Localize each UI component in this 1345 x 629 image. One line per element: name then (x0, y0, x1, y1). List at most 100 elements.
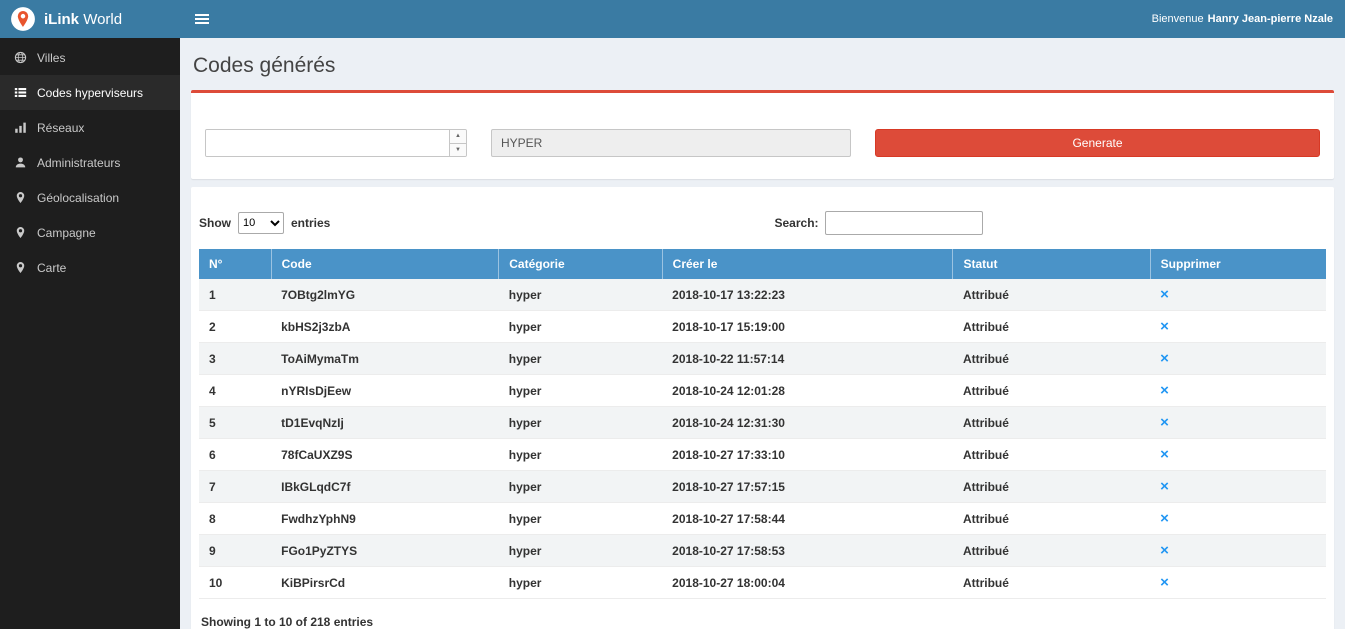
table-row: 678fCaUXZ9Shyper2018-10-27 17:33:10Attri… (199, 439, 1326, 471)
cell-code: FwdhzYphN9 (271, 503, 499, 535)
sidebar-item-reseaux[interactable]: Réseaux (0, 110, 180, 145)
sidebar-item-label: Administrateurs (37, 156, 120, 170)
column-header-2[interactable]: Code (271, 249, 499, 279)
cell-status: Attribué (953, 343, 1150, 375)
brand-name-bold: iLink (44, 11, 79, 28)
cell-num: 10 (199, 567, 271, 599)
cell-delete: × (1150, 407, 1326, 439)
entries-label: entries (291, 216, 330, 230)
category-field[interactable] (491, 129, 851, 157)
cell-status: Attribué (953, 407, 1150, 439)
delete-icon[interactable]: × (1160, 478, 1169, 495)
table-row: 17OBtg2lmYGhyper2018-10-17 13:22:23Attri… (199, 279, 1326, 311)
map-pin-icon (14, 191, 28, 205)
cell-num: 7 (199, 471, 271, 503)
globe-icon (14, 51, 28, 65)
cell-created: 2018-10-27 17:58:53 (662, 535, 953, 567)
delete-icon[interactable]: × (1160, 510, 1169, 527)
welcome-text: Bienvenue Hanry Jean-pierre Nzale (1152, 0, 1345, 38)
search-control: Search: (763, 211, 1327, 235)
page-length-select[interactable]: 10 (238, 212, 284, 234)
table-row: 3ToAiMymaTmhyper2018-10-22 11:57:14Attri… (199, 343, 1326, 375)
column-header-1[interactable]: N° (199, 249, 271, 279)
cell-created: 2018-10-17 15:19:00 (662, 311, 953, 343)
cell-status: Attribué (953, 375, 1150, 407)
codes-table-panel: Show 10 entries Search: N°CodeCatégorieC… (191, 187, 1334, 629)
delete-icon[interactable]: × (1160, 542, 1169, 559)
sidebar-item-label: Campagne (37, 226, 96, 240)
table-row: 10KiBPirsrCdhyper2018-10-27 18:00:04Attr… (199, 567, 1326, 599)
cell-delete: × (1150, 343, 1326, 375)
delete-icon[interactable]: × (1160, 318, 1169, 335)
cell-num: 1 (199, 279, 271, 311)
cell-status: Attribué (953, 567, 1150, 599)
cell-category: hyper (499, 407, 662, 439)
cell-created: 2018-10-27 17:57:15 (662, 471, 953, 503)
cell-status: Attribué (953, 535, 1150, 567)
table-header-row: N°CodeCatégorieCréer leStatutSupprimer (199, 249, 1326, 279)
cell-num: 5 (199, 407, 271, 439)
user-name: Hanry Jean-pierre Nzale (1208, 13, 1333, 25)
table-row: 7IBkGLqdC7fhyper2018-10-27 17:57:15Attri… (199, 471, 1326, 503)
column-header-6[interactable]: Supprimer (1150, 249, 1326, 279)
cell-code: KiBPirsrCd (271, 567, 499, 599)
cell-status: Attribué (953, 279, 1150, 311)
brand-name-light: World (83, 11, 122, 28)
cell-status: Attribué (953, 503, 1150, 535)
page-length-control: Show 10 entries (199, 212, 763, 234)
cell-created: 2018-10-27 18:00:04 (662, 567, 953, 599)
sidebar-item-villes[interactable]: Villes (0, 40, 180, 75)
codes-table: N°CodeCatégorieCréer leStatutSupprimer 1… (199, 249, 1326, 599)
sidebar-item-campagne[interactable]: Campagne (0, 215, 180, 250)
delete-icon[interactable]: × (1160, 574, 1169, 591)
column-header-4[interactable]: Créer le (662, 249, 953, 279)
cell-code: 7OBtg2lmYG (271, 279, 499, 311)
delete-icon[interactable]: × (1160, 414, 1169, 431)
cell-status: Attribué (953, 471, 1150, 503)
cell-created: 2018-10-17 13:22:23 (662, 279, 953, 311)
table-controls: Show 10 entries Search: (199, 211, 1326, 235)
cell-delete: × (1150, 535, 1326, 567)
delete-icon[interactable]: × (1160, 446, 1169, 463)
sidebar-item-carte[interactable]: Carte (0, 250, 180, 285)
column-header-5[interactable]: Statut (953, 249, 1150, 279)
cell-delete: × (1150, 375, 1326, 407)
cell-category: hyper (499, 311, 662, 343)
spinner-down-icon[interactable]: ▼ (450, 144, 466, 157)
cell-delete: × (1150, 439, 1326, 471)
sidebar-item-label: Villes (37, 51, 65, 65)
delete-icon[interactable]: × (1160, 350, 1169, 367)
codes-table-body: 17OBtg2lmYGhyper2018-10-17 13:22:23Attri… (199, 279, 1326, 599)
spinner-up-icon[interactable]: ▲ (450, 130, 466, 144)
hamburger-menu-icon[interactable] (180, 0, 224, 38)
cell-status: Attribué (953, 439, 1150, 471)
sidebar-item-geolocalisation[interactable]: Géolocalisation (0, 180, 180, 215)
sidebar-item-label: Carte (37, 261, 66, 275)
quantity-input[interactable] (206, 130, 449, 156)
sidebar-item-label: Réseaux (37, 121, 84, 135)
column-header-3[interactable]: Catégorie (499, 249, 662, 279)
page-title: Codes générés (193, 54, 1332, 78)
sidebar-item-codes-hyperviseurs[interactable]: Codes hyperviseurs (0, 75, 180, 110)
quantity-stepper[interactable]: ▲ ▼ (205, 129, 467, 157)
table-row: 5tD1EvqNzIjhyper2018-10-24 12:31:30Attri… (199, 407, 1326, 439)
cell-code: 78fCaUXZ9S (271, 439, 499, 471)
table-row: 2kbHS2j3zbAhyper2018-10-17 15:19:00Attri… (199, 311, 1326, 343)
sidebar-item-label: Géolocalisation (37, 191, 119, 205)
table-row: 4nYRIsDjEewhyper2018-10-24 12:01:28Attri… (199, 375, 1326, 407)
cell-num: 8 (199, 503, 271, 535)
map-pin-icon (14, 261, 28, 275)
generate-button[interactable]: Generate (875, 129, 1320, 157)
list-icon (14, 86, 28, 100)
cell-num: 3 (199, 343, 271, 375)
search-input[interactable] (825, 211, 983, 235)
delete-icon[interactable]: × (1160, 382, 1169, 399)
cell-category: hyper (499, 503, 662, 535)
stepper-buttons: ▲ ▼ (449, 130, 466, 156)
delete-icon[interactable]: × (1160, 286, 1169, 303)
main-content: Codes générés ▲ ▼ Generate Show 10 entri… (180, 38, 1345, 629)
brand[interactable]: iLink World (0, 0, 180, 38)
sidebar-item-administrateurs[interactable]: Administrateurs (0, 145, 180, 180)
cell-code: FGo1PyZTYS (271, 535, 499, 567)
cell-delete: × (1150, 567, 1326, 599)
